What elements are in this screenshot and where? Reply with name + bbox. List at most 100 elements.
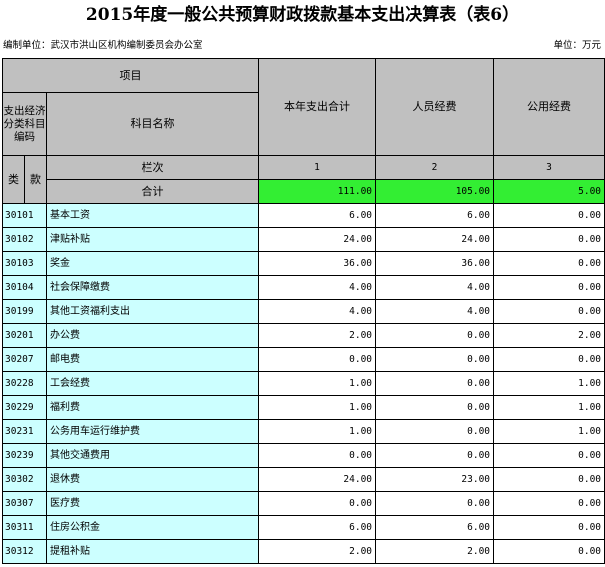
table-row: 30199 其他工资福利支出 4.00 4.00 0.00	[2, 299, 605, 324]
row-total: 6.00	[258, 515, 377, 540]
row-code: 30302	[2, 467, 47, 492]
row-subject-name: 津贴补贴	[45, 227, 260, 252]
table-row: 30231 公务用车运行维护费 1.00 0.00 1.00	[2, 419, 605, 444]
row-subject-name: 工会经费	[45, 371, 260, 396]
row-personnel: 0.00	[375, 371, 495, 396]
row-public: 1.00	[493, 395, 605, 420]
row-personnel: 6.00	[375, 515, 495, 540]
row-total: 1.00	[258, 419, 377, 444]
row-personnel: 0.00	[375, 419, 495, 444]
row-personnel: 0.00	[375, 395, 495, 420]
row-subject-name: 提租补贴	[45, 539, 260, 564]
row-personnel: 6.00	[375, 203, 495, 228]
header-item: 项目	[1, 58, 260, 93]
row-total: 0.00	[258, 491, 377, 516]
row-code: 30104	[2, 275, 47, 300]
header-lei: 类	[2, 155, 25, 204]
row-public: 0.00	[493, 299, 605, 324]
row-subject-name: 住房公积金	[45, 515, 260, 540]
row-personnel: 23.00	[375, 467, 495, 492]
row-total: 1.00	[258, 371, 377, 396]
row-public: 1.00	[493, 419, 605, 444]
row-code: 30103	[2, 251, 47, 276]
row-subject-name: 邮电费	[45, 347, 260, 372]
row-public: 0.00	[493, 251, 605, 276]
row-total: 24.00	[258, 227, 377, 252]
row-public: 0.00	[493, 467, 605, 492]
row-public: 0.00	[493, 515, 605, 540]
row-code: 30207	[2, 347, 47, 372]
row-total: 4.00	[258, 299, 377, 324]
table-row: 30307 医疗费 0.00 0.00 0.00	[2, 491, 605, 516]
row-public: 1.00	[493, 371, 605, 396]
row-public: 2.00	[493, 323, 605, 348]
row-total: 2.00	[258, 323, 377, 348]
table-row: 30311 住房公积金 6.00 6.00 0.00	[2, 515, 605, 540]
table-row: 30302 退休费 24.00 23.00 0.00	[2, 467, 605, 492]
row-subject-name: 基本工资	[45, 203, 260, 228]
row-subject-name: 奖金	[45, 251, 260, 276]
row-personnel: 4.00	[375, 299, 495, 324]
row-code: 30101	[2, 203, 47, 228]
sum-total: 111.00	[258, 179, 377, 204]
row-code: 30307	[2, 491, 47, 516]
table-row: 30239 其他交通费用 0.00 0.00 0.00	[2, 443, 605, 468]
row-subject-name: 其他交通费用	[45, 443, 260, 468]
row-total: 4.00	[258, 275, 377, 300]
row-code: 30231	[2, 419, 47, 444]
row-public: 0.00	[493, 275, 605, 300]
row-subject-name: 退休费	[45, 467, 260, 492]
org-label: 编制单位：武汉市洪山区机构编制委员会办公室	[3, 40, 203, 51]
row-personnel: 0.00	[375, 491, 495, 516]
row-public: 0.00	[493, 347, 605, 372]
row-total: 0.00	[258, 347, 377, 372]
header-col-2: 2	[375, 155, 495, 180]
row-code: 30199	[2, 299, 47, 324]
row-total: 1.00	[258, 395, 377, 420]
row-code: 30311	[2, 515, 47, 540]
row-public: 0.00	[493, 227, 605, 252]
sum-label: 合计	[45, 179, 260, 204]
table-row: 30228 工会经费 1.00 0.00 1.00	[2, 371, 605, 396]
row-code: 30312	[2, 539, 47, 564]
row-public: 0.00	[493, 491, 605, 516]
row-total: 36.00	[258, 251, 377, 276]
table-row: 30207 邮电费 0.00 0.00 0.00	[2, 347, 605, 372]
row-personnel: 24.00	[375, 227, 495, 252]
row-code: 30239	[2, 443, 47, 468]
row-public: 0.00	[493, 203, 605, 228]
header-personnel: 人员经费	[375, 58, 495, 156]
table-row: 30102 津贴补贴 24.00 24.00 0.00	[2, 227, 605, 252]
table-row: 30229 福利费 1.00 0.00 1.00	[2, 395, 605, 420]
header-col-1: 1	[258, 155, 377, 180]
row-total: 2.00	[258, 539, 377, 564]
row-personnel: 4.00	[375, 275, 495, 300]
row-subject-name: 医疗费	[45, 491, 260, 516]
row-personnel: 0.00	[375, 323, 495, 348]
sum-personnel: 105.00	[375, 179, 495, 204]
row-code: 30228	[2, 371, 47, 396]
row-public: 0.00	[493, 443, 605, 468]
table-row: 30201 办公费 2.00 0.00 2.00	[2, 323, 605, 348]
table-row: 30103 奖金 36.00 36.00 0.00	[2, 251, 605, 276]
sum-public: 5.00	[493, 179, 605, 204]
row-subject-name: 办公费	[45, 323, 260, 348]
row-code: 30229	[2, 395, 47, 420]
row-personnel: 36.00	[375, 251, 495, 276]
header-kuan: 款	[24, 155, 47, 204]
table-row: 30101 基本工资 6.00 6.00 0.00	[2, 203, 605, 228]
row-subject-name: 其他工资福利支出	[45, 299, 260, 324]
unit-label: 单位：万元	[553, 40, 601, 51]
header-col-3: 3	[493, 155, 605, 180]
row-total: 6.00	[258, 203, 377, 228]
row-subject-name: 社会保障缴费	[45, 275, 260, 300]
row-total: 0.00	[258, 443, 377, 468]
report-title: 2015年度一般公共预算财政拨款基本支出决算表（表6）	[85, 5, 520, 25]
row-personnel: 0.00	[375, 347, 495, 372]
row-subject-name: 公务用车运行维护费	[45, 419, 260, 444]
row-code: 30201	[2, 323, 47, 348]
header-lanci: 栏次	[45, 155, 260, 180]
row-public: 0.00	[493, 539, 605, 564]
table-row: 30104 社会保障缴费 4.00 4.00 0.00	[2, 275, 605, 300]
header-subject-name: 科目名称	[45, 92, 260, 156]
